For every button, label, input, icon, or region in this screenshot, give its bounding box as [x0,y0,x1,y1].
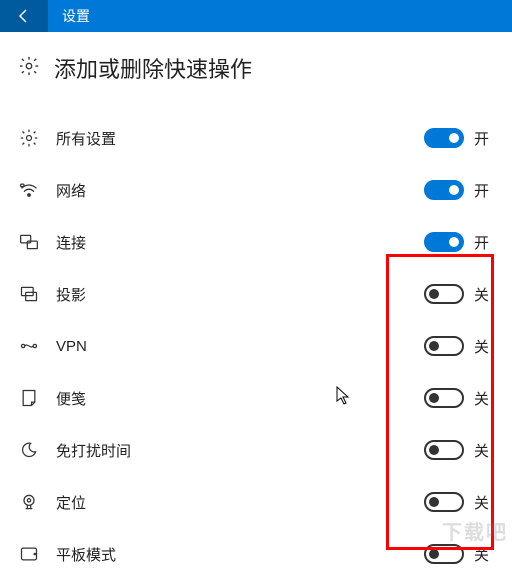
gear-icon [18,127,40,149]
toggle-group: 开 [424,232,494,253]
title-bar: 设置 [0,0,512,32]
toggle-switch[interactable] [424,128,464,148]
toggle-switch[interactable] [424,388,464,408]
toggle-state-label: 关 [474,336,494,357]
toggle-group: 关 [424,440,494,461]
toggle-state-label: 开 [474,128,494,149]
toggle-switch[interactable] [424,440,464,460]
toggle-switch[interactable] [424,232,464,252]
toggle-switch[interactable] [424,284,464,304]
setting-row: 免打扰时间 关 [18,424,494,476]
setting-label: 定位 [56,492,424,513]
toggle-state-label: 关 [474,544,494,565]
project-icon [18,283,40,305]
toggle-group: 关 [424,336,494,357]
setting-row: 定位 关 [18,476,494,528]
setting-label: 免打扰时间 [56,440,424,461]
toggle-group: 关 [424,388,494,409]
setting-row: 平板模式 关 [18,528,494,580]
setting-row: 便笺 关 [18,372,494,424]
back-button[interactable] [0,0,48,32]
toggle-state-label: 开 [474,232,494,253]
note-icon [18,387,40,409]
setting-label: 投影 [56,284,424,305]
setting-row: VPN 关 [18,320,494,372]
toggle-switch[interactable] [424,492,464,512]
toggle-state-label: 关 [474,388,494,409]
toggle-group: 开 [424,128,494,149]
setting-label: 网络 [56,180,424,201]
gear-icon [18,55,40,82]
location-icon [18,491,40,513]
setting-row: 连接 开 [18,216,494,268]
toggle-group: 关 [424,544,494,565]
toggle-switch[interactable] [424,180,464,200]
setting-row: 投影 关 [18,268,494,320]
wifi-icon [18,179,40,201]
setting-row: 网络 开 [18,164,494,216]
toggle-state-label: 关 [474,492,494,513]
setting-label: VPN [56,338,424,355]
tablet-icon [18,543,40,565]
toggle-state-label: 开 [474,180,494,201]
toggle-group: 开 [424,180,494,201]
page-title-row: 添加或删除快速操作 [18,52,494,84]
setting-label: 平板模式 [56,544,424,565]
setting-label: 连接 [56,232,424,253]
window-title: 设置 [48,6,90,26]
moon-icon [18,439,40,461]
vpn-icon [18,335,40,357]
setting-label: 便笺 [56,388,424,409]
toggle-state-label: 关 [474,440,494,461]
toggle-group: 关 [424,284,494,305]
connect-icon [18,231,40,253]
toggle-switch[interactable] [424,544,464,564]
setting-row: 所有设置 开 [18,112,494,164]
toggle-group: 关 [424,492,494,513]
page-title: 添加或删除快速操作 [54,52,252,84]
toggle-state-label: 关 [474,284,494,305]
toggle-switch[interactable] [424,336,464,356]
setting-label: 所有设置 [56,128,424,149]
